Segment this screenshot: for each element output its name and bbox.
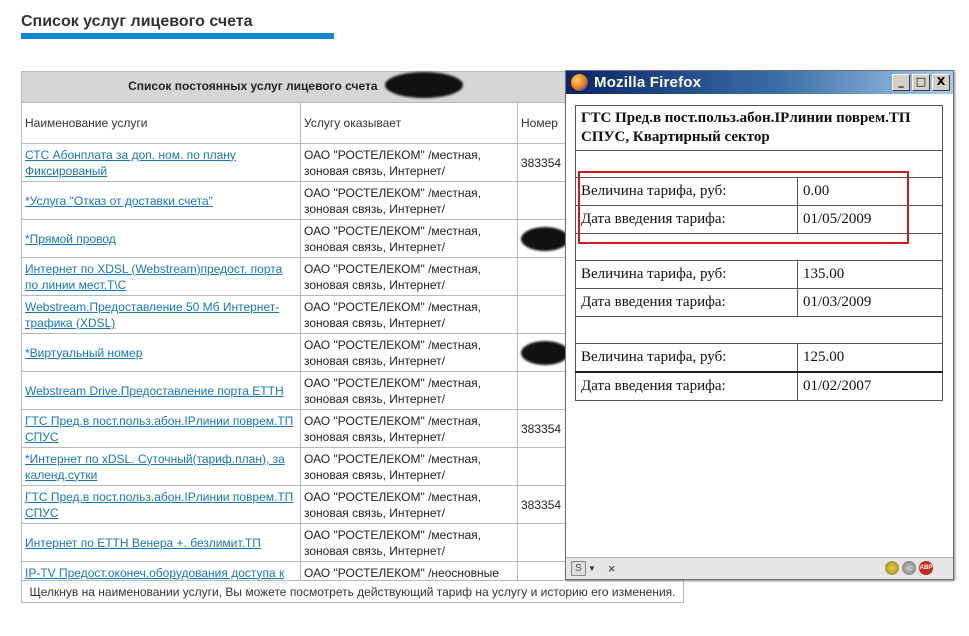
tariff-date-value: 01/02/2007 [797, 371, 943, 401]
tariff-rate-label: Величина тарифа, руб: [575, 260, 798, 289]
tariff-rate-value: 135.00 [797, 260, 943, 289]
tariff-history-table: ГТС Пред.в пост.польз.абон.IPлинии повре… [575, 105, 943, 401]
popup-titlebar[interactable]: Mozilla Firefox _ □ X [566, 71, 953, 94]
provider-cell: ОАО "РОСТЕЛЕКОМ" /местная, зоновая связь… [300, 409, 518, 448]
popup-statusbar: S ▼ × ABP [566, 557, 953, 579]
service-link[interactable]: *Прямой провод [25, 232, 116, 246]
provider-cell: ОАО "РОСТЕЛЕКОМ" /местная, зоновая связь… [300, 257, 518, 296]
tariff-date-row: Дата введения тарифа: 01/03/2009 [575, 288, 943, 317]
tariff-date-row: Дата введения тарифа: 01/02/2007 [575, 371, 943, 401]
minimize-button[interactable]: _ [892, 74, 910, 91]
number-cell [516, 447, 571, 486]
status-addon-icons: ABP [885, 561, 933, 575]
tariff-date-label: Дата введения тарифа: [575, 205, 798, 234]
tariff-spacer-row [575, 150, 943, 178]
provider-cell: ОАО "РОСТЕЛЕКОМ" /местная, зоновая связь… [300, 447, 518, 486]
number-cell [516, 257, 571, 296]
tariff-rate-label: Величина тарифа, руб: [575, 343, 798, 373]
addon-icon[interactable] [885, 561, 899, 575]
tariff-date-row: Дата введения тарифа: 01/05/2009 [575, 205, 943, 234]
redacted-scribble [384, 72, 463, 98]
provider-cell: ОАО "РОСТЕЛЕКОМ" /местная, зоновая связь… [300, 371, 518, 410]
number-cell: 383354 [516, 143, 571, 182]
tariff-rate-label: Величина тарифа, руб: [575, 177, 798, 206]
firefox-logo-icon [570, 73, 589, 92]
service-link[interactable]: ГТС Пред.в пост.польз.абон.IPлинии повре… [25, 414, 293, 444]
service-link[interactable]: *Услуга "Отказ от доставки счета" [25, 194, 213, 208]
services-caption-text: Список постоянных услуг лицевого счета [128, 79, 378, 94]
table-row: ГТС Пред.в пост.польз.абон.IPлинии повре… [21, 409, 571, 448]
table-row: Интернет по ЕТТН Венера +. безлимит.ТП О… [21, 523, 571, 562]
service-link[interactable]: Webstream.Предоставление 50 Мб Интернет-… [25, 300, 279, 330]
provider-cell: ОАО "РОСТЕЛЕКОМ" /местная, зоновая связь… [300, 143, 518, 182]
tariff-service-title: ГТС Пред.в пост.польз.абон.IPлинии повре… [575, 105, 943, 151]
tariff-date-value: 01/03/2009 [797, 288, 943, 317]
column-header-provider: Услугу оказывает [300, 102, 518, 144]
service-link[interactable]: Webstream Drive.Предоставление порта ЕТТ… [25, 384, 284, 398]
number-cell: 383354 [516, 485, 571, 524]
maximize-button[interactable]: □ [912, 74, 930, 91]
number-cell [516, 219, 571, 258]
tariff-date-label: Дата введения тарифа: [575, 288, 798, 317]
provider-cell: ОАО "РОСТЕЛЕКОМ" /местная, зоновая связь… [300, 295, 518, 334]
column-header-number: Номер [516, 102, 571, 144]
table-row: *Виртуальный номер ОАО "РОСТЕЛЕКОМ" /мес… [21, 333, 571, 372]
dropdown-arrow-icon[interactable]: ▼ [588, 564, 596, 573]
number-cell [516, 181, 571, 220]
number-cell [516, 371, 571, 410]
tariff-rate-value: 125.00 [797, 343, 943, 373]
services-table-caption: Список постоянных услуг лицевого счета [20, 71, 571, 103]
service-link[interactable]: Интернет по ЕТТН Венера +. безлимит.ТП [25, 536, 261, 550]
window-controls: _ □ X [892, 74, 950, 91]
redacted-scribble [521, 340, 569, 365]
tariff-date-label: Дата введения тарифа: [575, 371, 798, 401]
status-s-icon[interactable]: S [571, 561, 586, 576]
tariff-rate-row: Величина тарифа, руб: 125.00 [575, 343, 943, 373]
page-heading: Список услуг лицевого счета [21, 13, 253, 30]
service-link[interactable]: ГТС Пред.в пост.польз.абон.IPлинии повре… [25, 490, 293, 520]
heading-underline [21, 33, 334, 39]
addon-icon[interactable] [902, 561, 916, 575]
table-row: *Интернет по xDSL. Суточный(тариф.план),… [21, 447, 571, 486]
table-row: Интернет по XDSL (Webstream)предост. пор… [21, 257, 571, 296]
table-row: Webstream Drive.Предоставление порта ЕТТ… [21, 371, 571, 410]
provider-cell: ОАО "РОСТЕЛЕКОМ" /местная, зоновая связь… [300, 523, 518, 562]
tariff-rate-row: Величина тарифа, руб: 0.00 [575, 177, 943, 206]
close-button[interactable]: X [932, 74, 950, 91]
popup-content: ГТС Пред.в пост.польз.абон.IPлинии повре… [567, 95, 952, 557]
redacted-scribble [521, 226, 569, 251]
popup-window-title: Mozilla Firefox [594, 74, 702, 91]
firefox-popup-window: Mozilla Firefox _ □ X ГТС Пред.в пост.по… [565, 70, 954, 580]
column-header-name: Наименование услуги [21, 102, 301, 144]
number-cell [516, 295, 571, 334]
tariff-spacer-row [575, 316, 943, 344]
number-cell [516, 333, 571, 372]
provider-cell: ОАО "РОСТЕЛЕКОМ" /местная, зоновая связь… [300, 333, 518, 372]
number-cell [516, 523, 571, 562]
table-row: Webstream.Предоставление 50 Мб Интернет-… [21, 295, 571, 334]
tariff-spacer-row [575, 233, 943, 261]
provider-cell: ОАО "РОСТЕЛЕКОМ" /местная, зоновая связь… [300, 485, 518, 524]
services-table: Список постоянных услуг лицевого счета Н… [20, 71, 571, 600]
provider-cell: ОАО "РОСТЕЛЕКОМ" /местная, зоновая связь… [300, 219, 518, 258]
provider-cell: ОАО "РОСТЕЛЕКОМ" /местная, зоновая связь… [300, 181, 518, 220]
table-row: ГТС Пред.в пост.польз.абон.IPлинии повре… [21, 485, 571, 524]
adblock-icon[interactable]: ABP [919, 561, 933, 575]
tariff-rate-row: Величина тарифа, руб: 135.00 [575, 260, 943, 289]
service-link[interactable]: Интернет по XDSL (Webstream)предост. пор… [25, 262, 282, 292]
footer-note: Щелкнув на наименовании услуги, Вы может… [21, 580, 684, 603]
service-link[interactable]: *Виртуальный номер [25, 346, 142, 360]
number-cell: 383354 [516, 409, 571, 448]
table-row: *Прямой провод ОАО "РОСТЕЛЕКОМ" /местная… [21, 219, 571, 258]
service-link[interactable]: *Интернет по xDSL. Суточный(тариф.план),… [25, 452, 285, 482]
table-row: *Услуга "Отказ от доставки счета" ОАО "Р… [21, 181, 571, 220]
tariff-date-value: 01/05/2009 [797, 205, 943, 234]
table-row: СТС Абонплата за доп. ном. по плану Фикс… [21, 143, 571, 182]
service-link[interactable]: СТС Абонплата за доп. ном. по плану Фикс… [25, 148, 236, 178]
status-close-icon[interactable]: × [608, 561, 616, 576]
tariff-rate-value: 0.00 [797, 177, 943, 206]
